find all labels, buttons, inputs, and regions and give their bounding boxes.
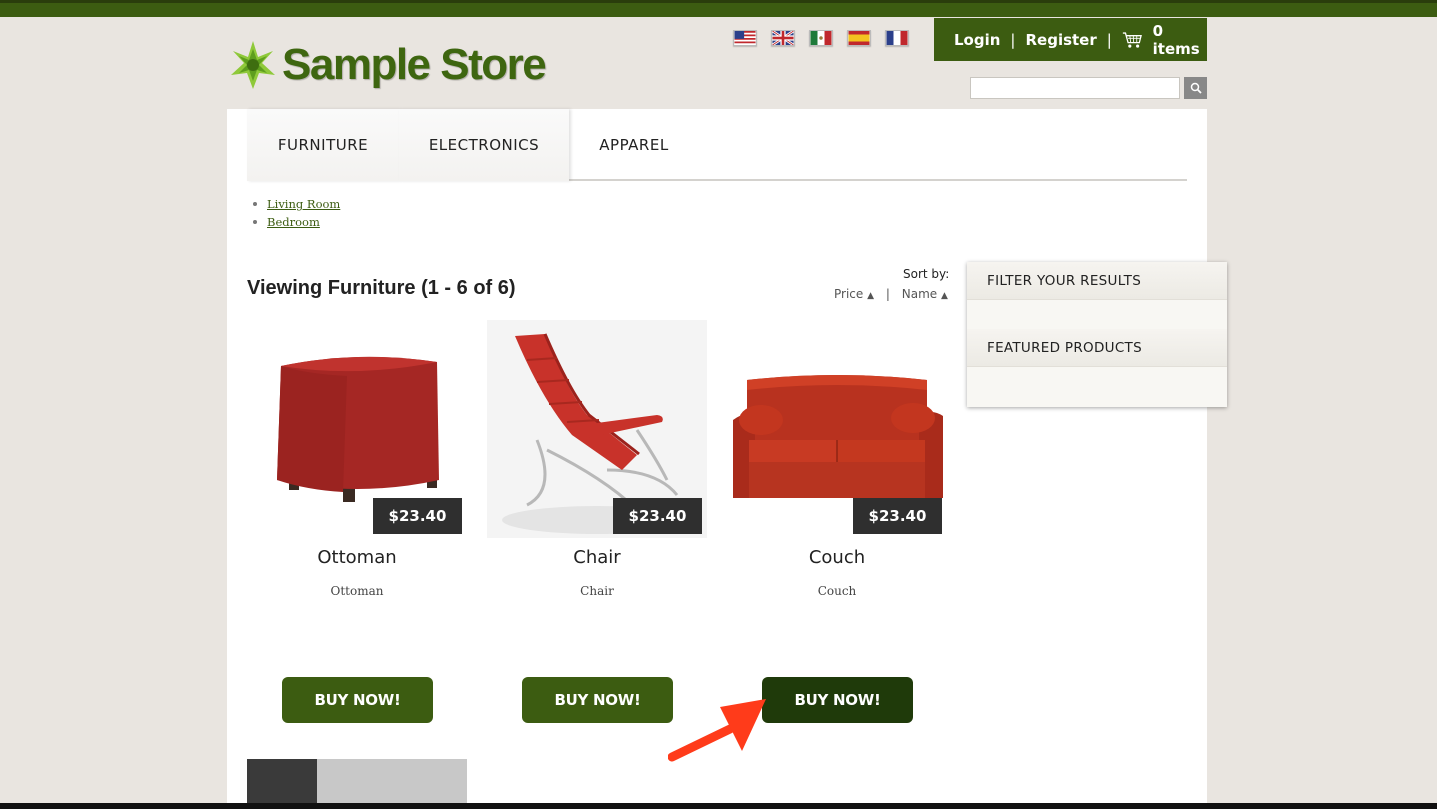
account-separator: | [1010, 30, 1016, 49]
sort-up-icon: ▲ [867, 291, 875, 301]
sort-price-link[interactable]: Price ▲ [834, 287, 874, 301]
buy-now-button[interactable]: BUY NOW! [762, 677, 913, 723]
cart-count-link[interactable]: 0 items [1153, 22, 1207, 58]
sort-up-icon: ▲ [940, 291, 948, 301]
subcategory-living-room-link[interactable]: Living Room [267, 195, 340, 213]
top-bar-stripe [0, 3, 1437, 17]
sort-price-label: Price [834, 287, 864, 301]
tab-furniture[interactable]: FURNITURE [247, 109, 399, 181]
bottom-edge [0, 803, 1437, 809]
sort-name-label: Name [901, 287, 938, 301]
product-card-ottoman: $23.40 Ottoman Ottoman [247, 320, 467, 598]
list-item: Living Room [253, 195, 340, 213]
price-badge: $23.40 [613, 498, 702, 534]
product-image-chair[interactable]: $23.40 [487, 320, 707, 538]
annotation-arrow-icon [668, 699, 766, 762]
product-description: Couch [817, 584, 857, 598]
product-name[interactable]: Ottoman [247, 547, 467, 568]
image-dark-area [247, 759, 317, 809]
bullet-icon [253, 202, 257, 206]
product-card-couch: $23.40 Couch Couch [727, 320, 947, 598]
register-link[interactable]: Register [1025, 31, 1096, 49]
cart-icon[interactable] [1122, 30, 1143, 50]
language-flags [733, 30, 909, 46]
sort-links: Price ▲ | Name ▲ [834, 287, 948, 301]
product-image-next[interactable] [247, 759, 467, 809]
subcategory-list: Living Room Bedroom [253, 195, 340, 231]
price-badge: $23.40 [373, 498, 462, 534]
buy-now-button[interactable]: BUY NOW! [282, 677, 433, 723]
sort-name-link[interactable]: Name ▲ [902, 287, 948, 301]
product-description: Chair [580, 584, 614, 598]
account-bar: Login | Register | 0 items [934, 18, 1207, 61]
sort-separator: | [885, 287, 890, 301]
list-item: Bedroom [253, 213, 340, 231]
sidebar: FILTER YOUR RESULTS FEATURED PRODUCTS [967, 262, 1227, 407]
product-image-ottoman[interactable]: $23.40 [247, 320, 467, 538]
filter-results-heading[interactable]: FILTER YOUR RESULTS [967, 262, 1227, 299]
search-button[interactable] [1184, 77, 1207, 99]
search-input[interactable] [970, 77, 1180, 99]
featured-products-heading[interactable]: FEATURED PRODUCTS [967, 329, 1227, 366]
price-badge: $23.40 [853, 498, 942, 534]
featured-products-body [967, 366, 1227, 407]
login-link[interactable]: Login [954, 31, 1000, 49]
product-name[interactable]: Couch [727, 547, 947, 568]
tab-electronics[interactable]: ELECTRONICS [399, 109, 569, 181]
product-card-chair: $23.40 Chair Chair [487, 320, 707, 598]
leaf-logo-icon [231, 41, 275, 89]
product-description: Ottoman [330, 584, 384, 598]
sort-label: Sort by: [903, 267, 950, 281]
page-title: Viewing Furniture (1 - 6 of 6) [247, 277, 516, 299]
buy-now-button[interactable]: BUY NOW! [522, 677, 673, 723]
category-tabs: FURNITURE ELECTRONICS APPAREL [247, 109, 1187, 181]
product-name[interactable]: Chair [487, 547, 707, 568]
spain-flag-icon[interactable] [847, 30, 871, 46]
subcategory-bedroom-link[interactable]: Bedroom [267, 213, 320, 231]
filter-results-body [967, 299, 1227, 329]
mexico-flag-icon[interactable] [809, 30, 833, 46]
product-image-couch[interactable]: $23.40 [727, 320, 947, 538]
store-name: Sample Store [282, 40, 547, 89]
account-separator: | [1106, 30, 1112, 49]
tab-apparel[interactable]: APPAREL [569, 109, 699, 181]
store-logo[interactable]: Sample Store [228, 40, 547, 90]
uk-flag-icon[interactable] [771, 30, 795, 46]
top-bar [0, 0, 1437, 18]
us-flag-icon[interactable] [733, 30, 757, 46]
france-flag-icon[interactable] [885, 30, 909, 46]
bullet-icon [253, 220, 257, 224]
search-icon [1190, 82, 1202, 94]
